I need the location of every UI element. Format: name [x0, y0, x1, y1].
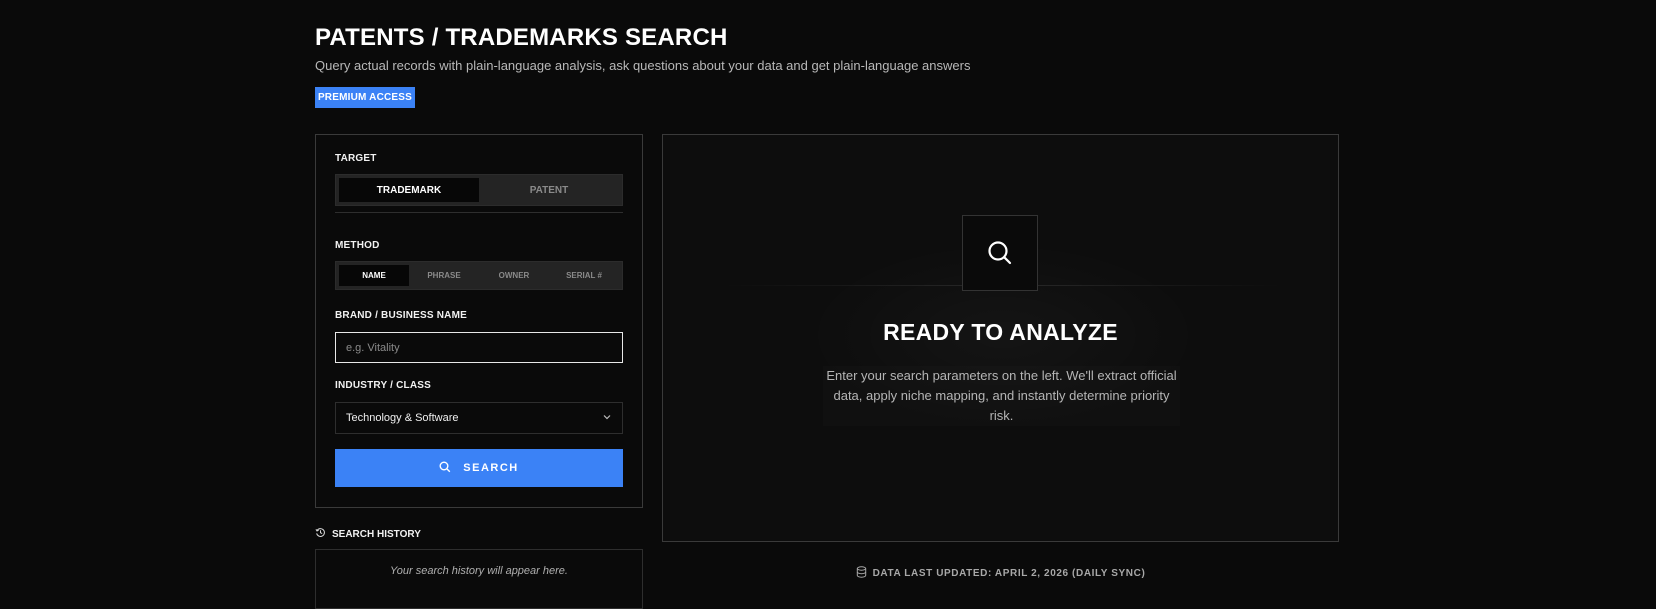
method-option-serial[interactable]: SERIAL #: [549, 265, 619, 286]
search-form-panel: TARGET TRADEMARK PATENT METHOD NAME PHRA…: [315, 134, 643, 508]
page-subtitle: Query actual records with plain-language…: [315, 58, 971, 73]
data-updated-text: DATA LAST UPDATED: APRIL 2, 2026 (DAILY …: [872, 568, 1146, 579]
brand-name-label: BRAND / BUSINESS NAME: [335, 310, 467, 321]
industry-select-value: Technology & Software: [346, 412, 459, 424]
search-history-header: SEARCH HISTORY: [315, 527, 421, 541]
industry-select[interactable]: Technology & Software: [335, 402, 623, 434]
method-label: METHOD: [335, 240, 380, 251]
page-title: PATENTS / TRADEMARKS SEARCH: [315, 24, 728, 51]
search-history-title: SEARCH HISTORY: [332, 528, 421, 540]
premium-access-badge: PREMIUM ACCESS: [315, 87, 415, 108]
results-panel: READY TO ANALYZE Enter your search param…: [662, 134, 1339, 542]
search-icon: [962, 215, 1038, 291]
page-container: PATENTS / TRADEMARKS SEARCH Query actual…: [315, 0, 1340, 609]
ready-description: Enter your search parameters on the left…: [826, 368, 1177, 423]
method-option-owner[interactable]: OWNER: [479, 265, 549, 286]
target-option-patent[interactable]: PATENT: [479, 178, 619, 202]
search-icon: [439, 461, 451, 476]
method-toggle: NAME PHRASE OWNER SERIAL #: [335, 261, 623, 290]
search-history-empty-text: Your search history will appear here.: [390, 565, 568, 577]
method-option-name[interactable]: NAME: [339, 265, 409, 286]
target-option-trademark[interactable]: TRADEMARK: [339, 178, 479, 202]
search-button-label: SEARCH: [463, 462, 519, 474]
database-icon: [856, 566, 867, 581]
chevron-down-icon: [602, 412, 612, 425]
brand-name-input[interactable]: [335, 332, 623, 363]
target-toggle: TRADEMARK PATENT: [335, 174, 623, 206]
search-button[interactable]: SEARCH: [335, 449, 623, 487]
search-history-list: Your search history will appear here.: [315, 549, 643, 609]
method-option-phrase[interactable]: PHRASE: [409, 265, 479, 286]
history-icon: [315, 527, 326, 541]
ready-title: READY TO ANALYZE: [883, 319, 1118, 345]
data-updated-status: DATA LAST UPDATED: APRIL 2, 2026 (DAILY …: [662, 566, 1339, 581]
target-label: TARGET: [335, 153, 377, 164]
industry-label: INDUSTRY / CLASS: [335, 380, 431, 391]
divider: [335, 212, 623, 213]
